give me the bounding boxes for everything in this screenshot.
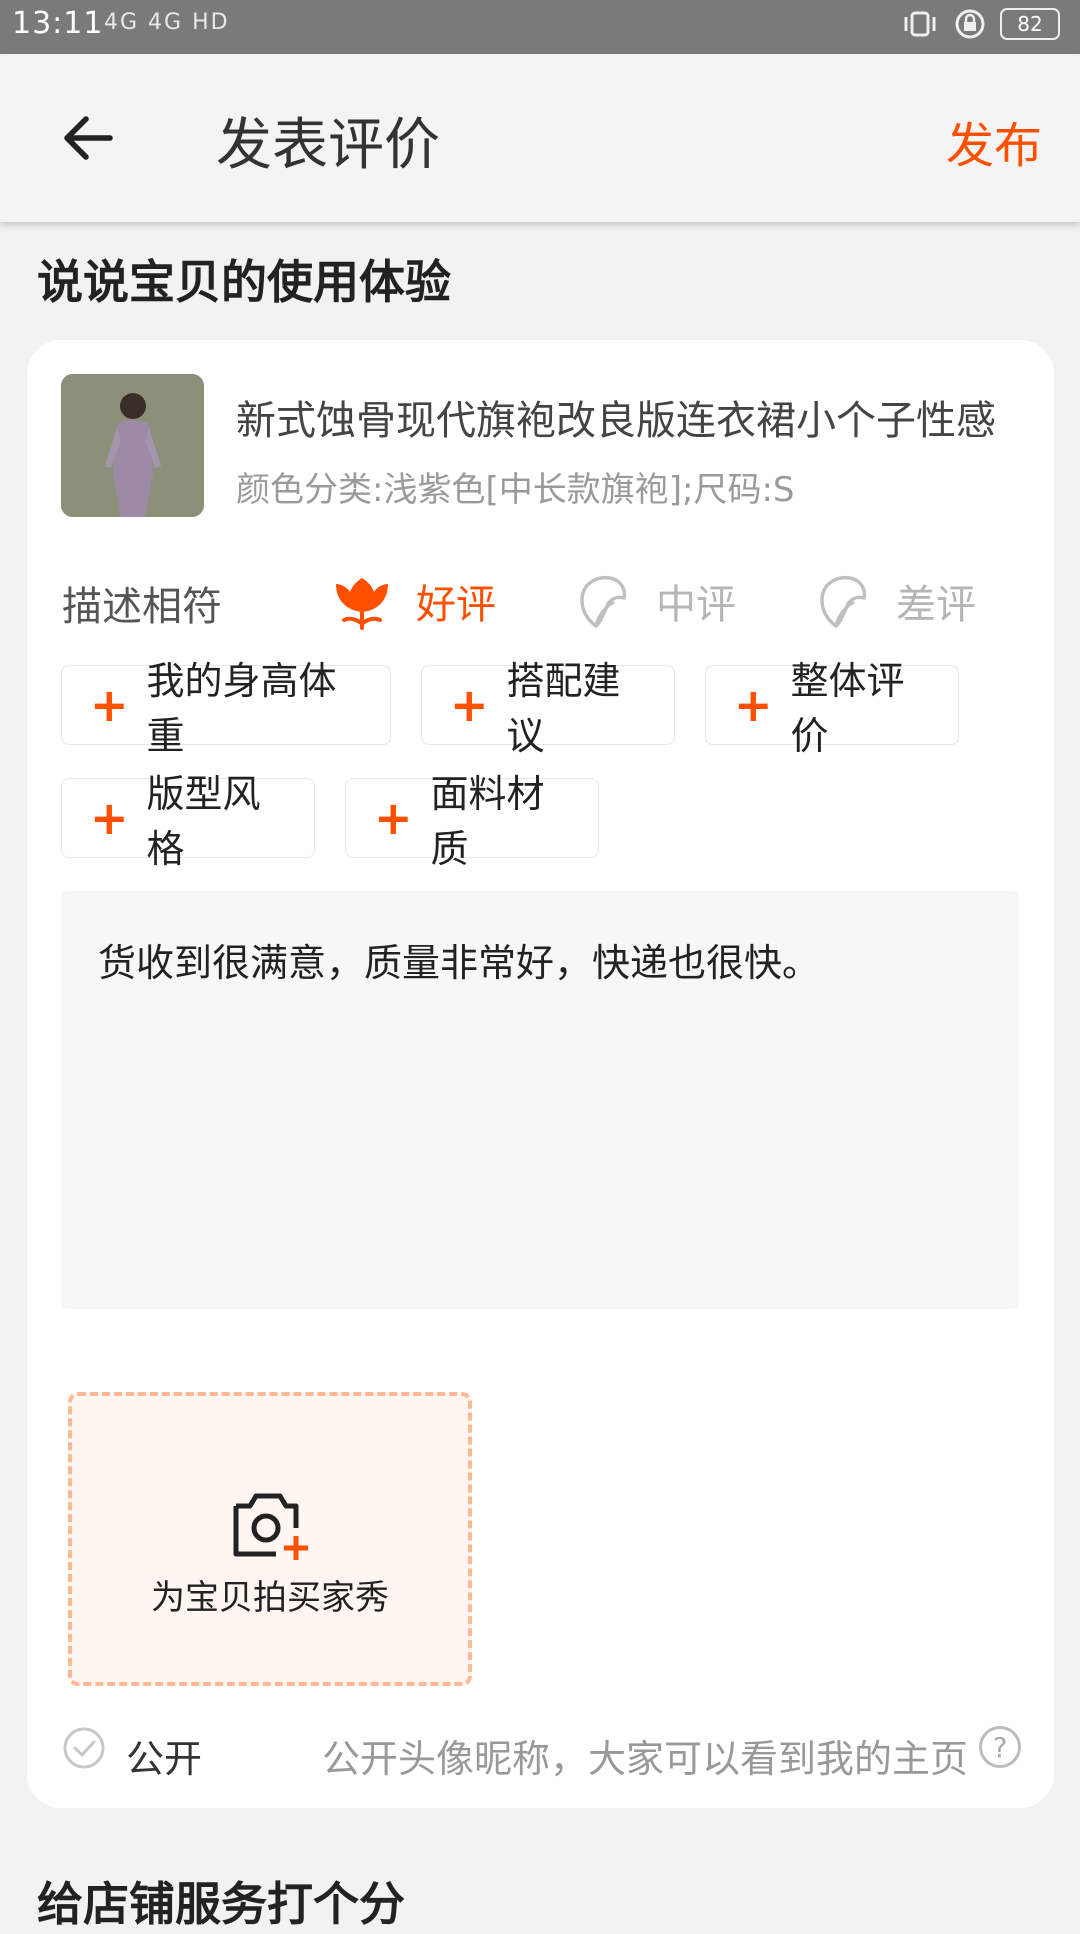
photo-upload-button[interactable]: [68, 1392, 472, 1686]
back-button[interactable]: [58, 108, 118, 168]
tag-height-weight[interactable]: + 我的身高体重: [61, 659, 391, 758]
public-label: 公开: [126, 1737, 203, 1781]
camera-add-icon: [233, 1493, 308, 1560]
tag-label: 版型风格: [146, 772, 261, 871]
rating-neutral-label: 中评: [656, 582, 736, 628]
product-title: 新式蚀骨现代旗袍改良版连衣裙小个子性感: [236, 398, 996, 444]
tag-fabric-material[interactable]: + 面料材质: [345, 772, 599, 871]
product-image: [61, 374, 204, 517]
tag-cut-style[interactable]: + 版型风格: [61, 772, 315, 871]
tag-label: 整体评价: [790, 659, 905, 758]
plus-icon: +: [90, 678, 129, 732]
tag-label: 搭配建议: [506, 659, 621, 758]
help-icon[interactable]: ?: [979, 1726, 1021, 1768]
battery-icon: 82: [1000, 8, 1060, 40]
tag-matching-advice[interactable]: + 搭配建议: [421, 659, 675, 758]
signal-icon: 4G 4G HD: [104, 10, 230, 35]
status-right-group: 82: [900, 8, 1060, 40]
photo-upload-label: 为宝贝拍买家秀: [151, 1578, 389, 1618]
rating-label: 描述相符: [62, 584, 222, 630]
product-thumbnail: [61, 374, 204, 517]
rating-good-label: 好评: [416, 582, 496, 628]
rating-good-option[interactable]: 好评: [334, 572, 496, 630]
rating-neutral-option[interactable]: 中评: [574, 572, 736, 630]
app-bar: [0, 54, 1080, 222]
leaf-bad-icon: [820, 575, 867, 628]
section-title-shop-service: 给店铺服务打个分: [37, 1877, 405, 1931]
product-sku: 颜色分类:浅紫色[中长款旗袍];尺码:S: [236, 470, 795, 510]
flower-good-icon: [336, 578, 388, 630]
tag-label: 我的身高体重: [146, 659, 337, 758]
review-text: 货收到很满意，质量非常好，快递也很快。: [98, 941, 821, 985]
check-circle-icon[interactable]: [62, 1726, 106, 1770]
plus-icon: +: [90, 791, 129, 845]
plus-icon: +: [734, 678, 773, 732]
vibrate-icon: [904, 11, 936, 37]
tag-overall-review[interactable]: + 整体评价: [705, 659, 959, 758]
lock-rotation-icon: [955, 9, 985, 39]
page-title: 发表评价: [216, 113, 440, 178]
plus-icon: +: [450, 678, 489, 732]
public-description: 公开头像昵称，大家可以看到我的主页: [322, 1737, 969, 1781]
rating-bad-label: 差评: [896, 582, 976, 628]
status-bar: 13:11 4G 4G HD 82: [0, 0, 1080, 54]
leaf-neutral-icon: [580, 575, 627, 628]
status-time: 13:11: [12, 6, 104, 41]
arrow-left-icon: [64, 116, 113, 160]
publish-button[interactable]: 发布: [946, 106, 1042, 176]
plus-icon: +: [374, 791, 413, 845]
section-title-experience: 说说宝贝的使用体验: [37, 255, 451, 309]
rating-bad-option[interactable]: 差评: [814, 572, 976, 630]
tag-label: 面料材质: [430, 772, 545, 871]
